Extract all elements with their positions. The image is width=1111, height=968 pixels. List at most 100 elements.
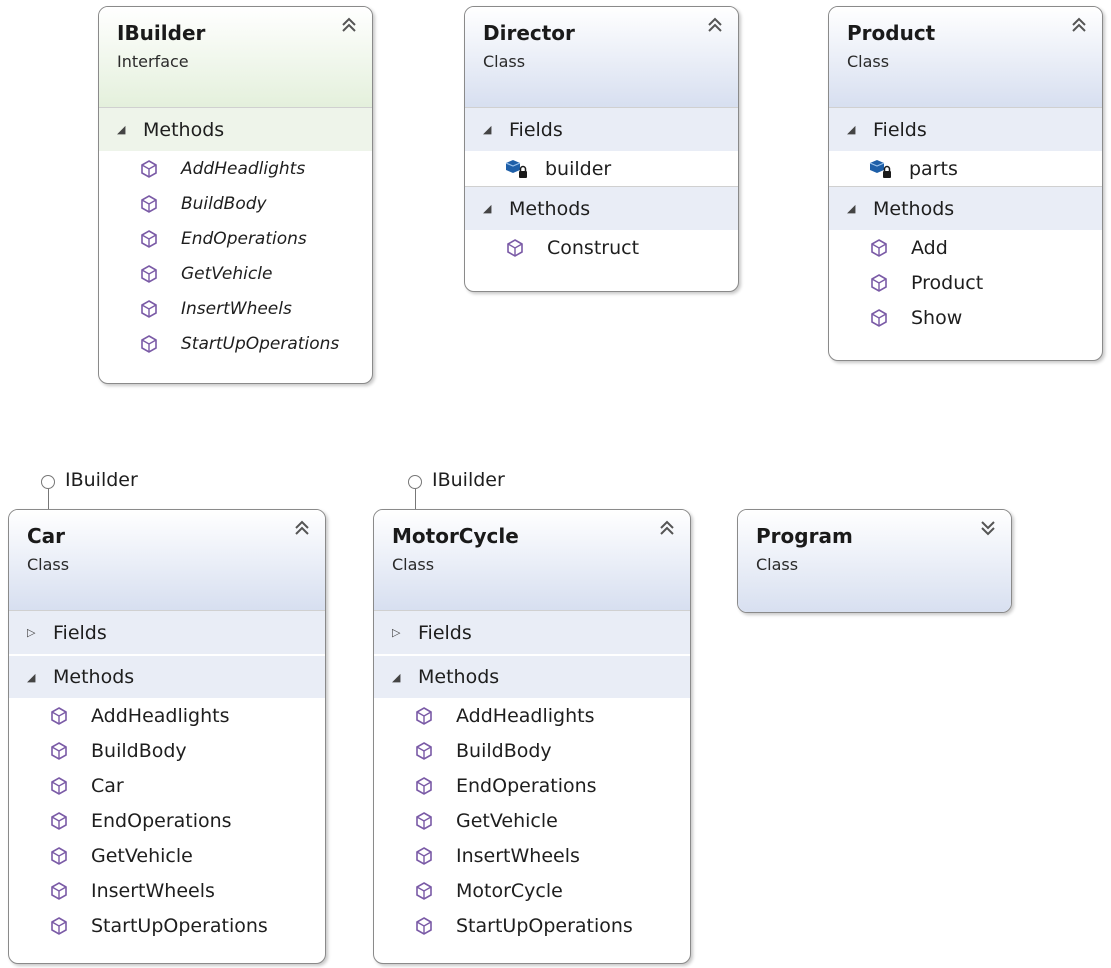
method-name: EndOperations — [91, 809, 232, 832]
method-item[interactable]: BuildBody — [374, 733, 690, 768]
method-cube-icon — [869, 238, 889, 258]
field-item[interactable]: parts — [829, 151, 1102, 186]
method-name: AddHeadlights — [181, 158, 306, 179]
shape-stereotype: Class — [756, 555, 799, 574]
method-item[interactable]: EndOperations — [99, 221, 372, 256]
method-item[interactable]: InsertWheels — [99, 291, 372, 326]
method-item[interactable]: BuildBody — [9, 733, 325, 768]
method-cube-icon — [414, 846, 434, 866]
section-label: Fields — [509, 118, 563, 141]
method-item[interactable]: AddHeadlights — [9, 698, 325, 733]
method-item[interactable]: MotorCycle — [374, 873, 690, 908]
methods-list: Add Product Show — [829, 230, 1102, 335]
methods-list: AddHeadlights BuildBody EndOperations GetVe… — [374, 698, 690, 943]
expanded-triangle-icon: ◢ — [847, 202, 856, 215]
double-chevron-up-icon[interactable] — [293, 520, 311, 536]
field-name: parts — [909, 157, 958, 180]
method-item[interactable]: AddHeadlights — [374, 698, 690, 733]
methods-section-header[interactable]: ◢ Methods — [465, 186, 738, 230]
method-item[interactable]: GetVehicle — [374, 803, 690, 838]
program-class-shape[interactable]: Program Class — [737, 509, 1012, 613]
private-field-icon — [869, 158, 893, 180]
ibuilder-header: IBuilder Interface — [99, 7, 372, 107]
double-chevron-up-icon[interactable] — [706, 17, 724, 33]
method-cube-icon — [139, 299, 159, 319]
method-item[interactable]: StartUpOperations — [9, 908, 325, 943]
lollipop-stem — [47, 489, 49, 509]
methods-section-header[interactable]: ◢ Methods — [374, 654, 690, 698]
method-cube-icon — [414, 706, 434, 726]
double-chevron-up-icon[interactable] — [1070, 17, 1088, 33]
method-cube-icon — [139, 159, 159, 179]
section-label: Fields — [53, 621, 107, 644]
method-item[interactable]: Car — [9, 768, 325, 803]
method-item[interactable]: Product — [829, 265, 1102, 300]
shape-stereotype: Class — [27, 555, 70, 574]
methods-section-header[interactable]: ◢ Methods — [99, 107, 372, 151]
section-label: Fields — [418, 621, 472, 644]
shape-stereotype: Class — [392, 555, 435, 574]
field-item[interactable]: builder — [465, 151, 738, 186]
method-item[interactable]: InsertWheels — [9, 873, 325, 908]
director-header: Director Class — [465, 7, 738, 107]
method-name: Show — [911, 306, 963, 329]
double-chevron-up-icon[interactable] — [340, 17, 358, 33]
double-chevron-down-icon[interactable] — [979, 520, 997, 536]
shape-title: IBuilder — [117, 21, 206, 45]
fields-list: parts — [829, 151, 1102, 186]
director-class-shape[interactable]: Director Class ◢ Fields builder ◢ Method… — [464, 6, 739, 292]
method-cube-icon — [49, 881, 69, 901]
methods-section-header[interactable]: ◢ Methods — [9, 654, 325, 698]
method-name: BuildBody — [456, 739, 552, 762]
method-cube-icon — [414, 776, 434, 796]
method-cube-icon — [139, 264, 159, 284]
section-label: Methods — [873, 197, 955, 220]
car-class-shape[interactable]: Car Class ▷ Fields ◢ Methods AddHeadligh… — [8, 509, 326, 964]
method-name: MotorCycle — [456, 879, 563, 902]
section-label: Methods — [418, 666, 500, 688]
fields-section-header[interactable]: ▷ Fields — [374, 610, 690, 654]
method-item[interactable]: StartUpOperations — [374, 908, 690, 943]
method-cube-icon — [49, 741, 69, 761]
shape-title: Program — [756, 524, 853, 548]
method-cube-icon — [49, 706, 69, 726]
method-item[interactable]: EndOperations — [9, 803, 325, 838]
fields-section-header[interactable]: ◢ Fields — [829, 107, 1102, 151]
method-item[interactable]: Construct — [465, 230, 738, 265]
method-name: Construct — [547, 236, 640, 259]
method-name: Product — [911, 271, 984, 294]
methods-list: AddHeadlights BuildBody Car EndOperations Ge… — [9, 698, 325, 943]
motorcycle-class-shape[interactable]: MotorCycle Class ▷ Fields ◢ Methods AddH… — [373, 509, 691, 964]
fields-section-header[interactable]: ▷ Fields — [9, 610, 325, 654]
methods-section-header[interactable]: ◢ Methods — [829, 186, 1102, 230]
section-label: Methods — [143, 118, 225, 141]
method-cube-icon — [139, 229, 159, 249]
shape-stereotype: Class — [483, 52, 526, 71]
method-cube-icon — [139, 334, 159, 354]
ibuilder-interface-shape[interactable]: IBuilder Interface ◢ Methods AddHeadligh… — [98, 6, 373, 384]
fields-section-header[interactable]: ◢ Fields — [465, 107, 738, 151]
double-chevron-up-icon[interactable] — [658, 520, 676, 536]
collapsed-triangle-icon: ▷ — [392, 626, 401, 639]
method-item[interactable]: StartUpOperations — [99, 326, 372, 361]
expanded-triangle-icon: ◢ — [483, 202, 492, 215]
program-header: Program Class — [738, 510, 1011, 612]
method-item[interactable]: AddHeadlights — [99, 151, 372, 186]
method-name: StartUpOperations — [456, 914, 633, 937]
method-cube-icon — [49, 846, 69, 866]
method-item[interactable]: BuildBody — [99, 186, 372, 221]
product-class-shape[interactable]: Product Class ◢ Fields parts ◢ Methods A… — [828, 6, 1103, 361]
method-name: GetVehicle — [91, 844, 193, 867]
method-item[interactable]: Add — [829, 230, 1102, 265]
expanded-triangle-icon: ◢ — [847, 123, 856, 136]
method-item[interactable]: GetVehicle — [99, 256, 372, 291]
method-name: Add — [911, 236, 948, 259]
method-item[interactable]: EndOperations — [374, 768, 690, 803]
product-header: Product Class — [829, 7, 1102, 107]
method-item[interactable]: GetVehicle — [9, 838, 325, 873]
method-item[interactable]: InsertWheels — [374, 838, 690, 873]
method-item[interactable]: Show — [829, 300, 1102, 335]
method-name: GetVehicle — [456, 809, 558, 832]
expanded-triangle-icon: ◢ — [483, 123, 492, 136]
method-name: GetVehicle — [181, 263, 273, 284]
